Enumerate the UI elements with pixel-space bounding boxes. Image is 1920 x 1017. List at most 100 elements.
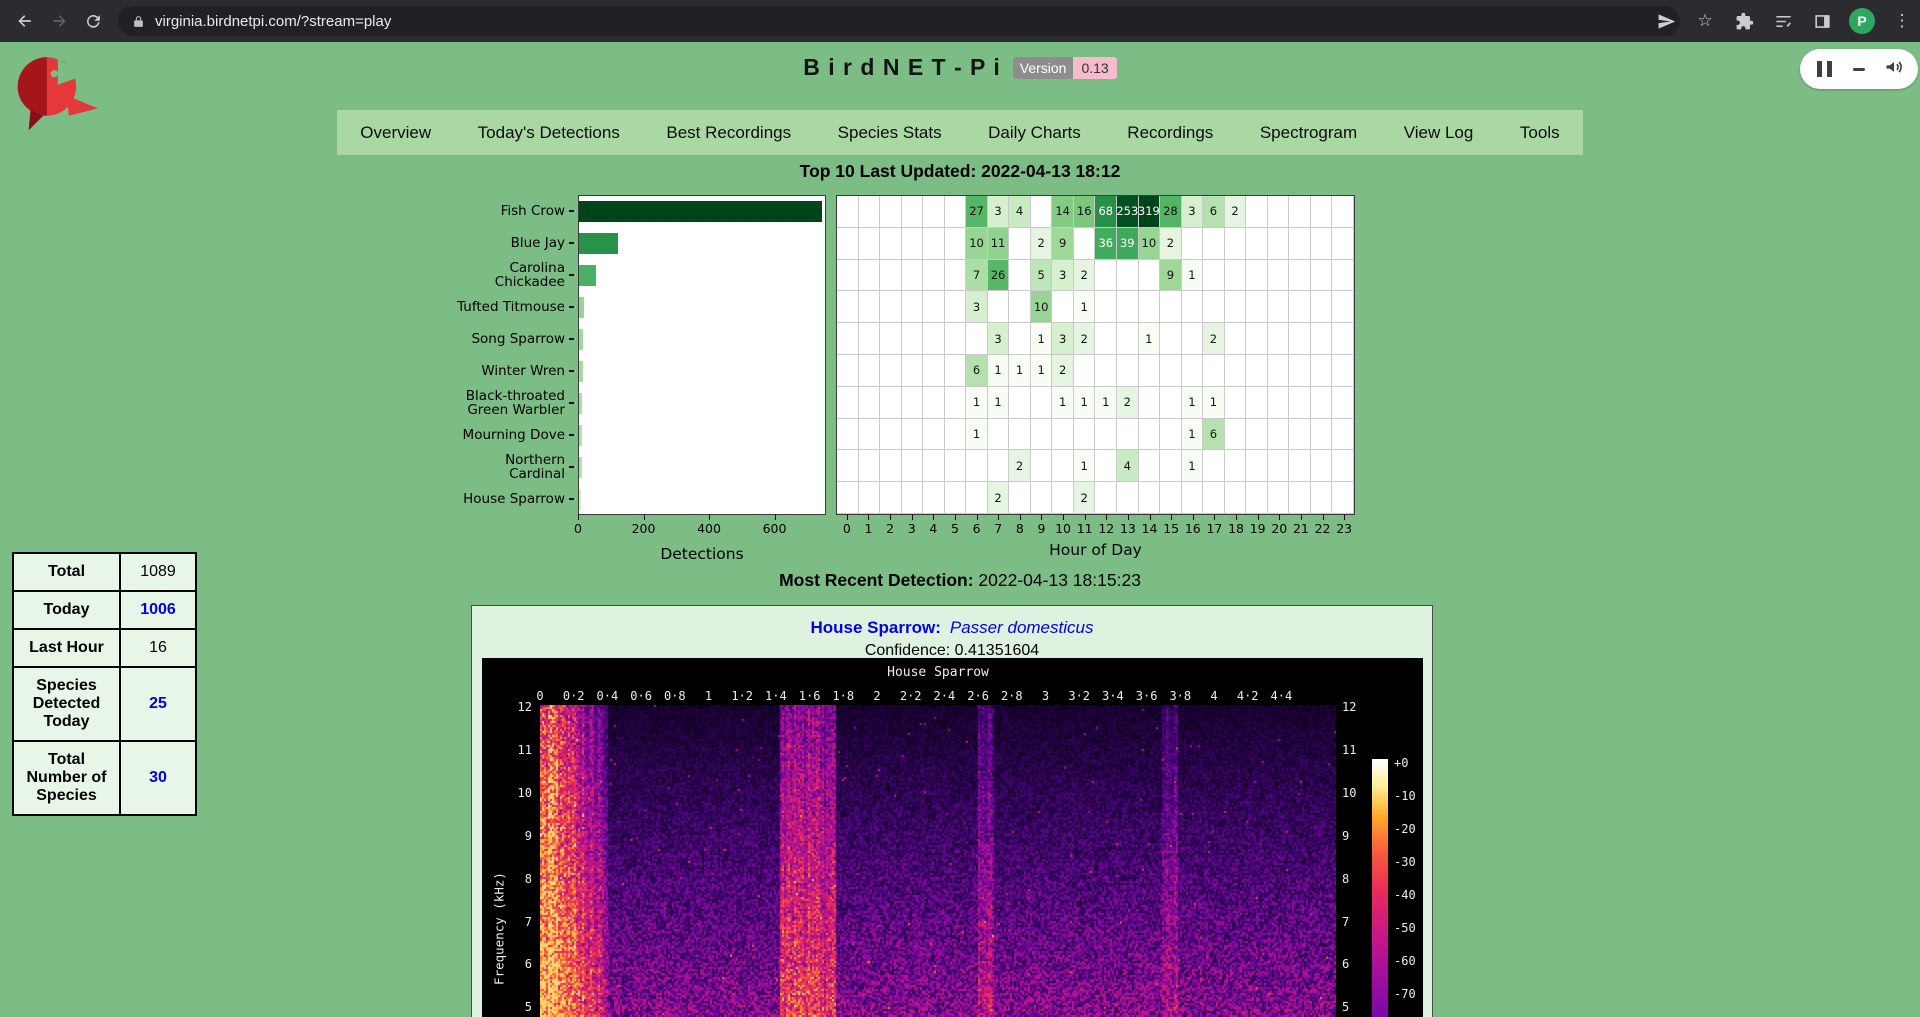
axis-tick-label: 17 [1202, 521, 1226, 536]
reading-list-button[interactable] [1771, 9, 1795, 33]
spec-freq-tick: 10 [506, 786, 532, 800]
heatmap-cell [945, 387, 967, 419]
nav-item-spectrogram[interactable]: Spectrogram [1260, 123, 1357, 143]
axis-tick-label: 13 [1116, 521, 1140, 536]
axis-tick-label: 19 [1246, 521, 1270, 536]
axis-tick [569, 242, 574, 244]
species-label: NorthernCardinal [420, 451, 574, 483]
heatmap-cell: 2 [1031, 228, 1053, 260]
stat-value-link[interactable]: 1006 [120, 591, 196, 629]
heatmap-cell [880, 450, 902, 482]
heatmap-cell [1268, 419, 1290, 451]
species-label: Blue Jay [420, 227, 574, 259]
heatmap-cell [1225, 355, 1247, 387]
heatmap-cell [1289, 260, 1311, 292]
detections-chart: Fish CrowBlue JayCarolinaChickadeeTufted… [420, 195, 1360, 607]
page-title: B i r d N E T - P i [803, 54, 1001, 81]
heatmap-cell [1117, 291, 1139, 323]
heatmap-cell [945, 196, 967, 228]
scientific-name-link[interactable]: Passer domesticus [950, 618, 1094, 637]
address-bar[interactable]: virginia.birdnetpi.com/?stream=play [118, 6, 1680, 36]
heatmap-cell [1074, 228, 1096, 260]
heatmap-cell [1332, 323, 1354, 355]
heatmap-cell: 11 [988, 228, 1010, 260]
heatmap-cell [1160, 355, 1182, 387]
axis-tick-label: 11 [1073, 521, 1097, 536]
browser-menu-button[interactable]: ⋮ [1890, 9, 1914, 33]
heatmap-cell [1225, 387, 1247, 419]
nav-item-today-s-detections[interactable]: Today's Detections [478, 123, 620, 143]
nav-item-recordings[interactable]: Recordings [1127, 123, 1213, 143]
heatmap-cell: 9 [1160, 260, 1182, 292]
heatmap-cell [880, 323, 902, 355]
heatmap-cell [1009, 419, 1031, 451]
heatmap-cell [988, 291, 1010, 323]
stat-label: Last Hour [13, 629, 120, 667]
spec-db-tick: -50 [1394, 921, 1416, 935]
nav-item-best-recordings[interactable]: Best Recordings [666, 123, 791, 143]
heatmap-cell [923, 387, 945, 419]
heatmap-cell: 3 [1052, 260, 1074, 292]
nav-item-view-log[interactable]: View Log [1404, 123, 1474, 143]
heatmap-cell: 36 [1095, 228, 1117, 260]
heatmap-cell: 5 [1031, 260, 1053, 292]
extensions-button[interactable] [1732, 9, 1756, 33]
heatmap-cell [923, 260, 945, 292]
send-to-device-button[interactable] [1654, 9, 1678, 33]
axis-tick [569, 434, 574, 436]
heatmap-cell [1139, 387, 1161, 419]
stat-value-link[interactable]: 30 [120, 741, 196, 815]
heatmap-cell [1311, 260, 1333, 292]
axis-tick [890, 515, 891, 520]
nav-item-overview[interactable]: Overview [360, 123, 431, 143]
heatmap-cell [1268, 196, 1290, 228]
frequency-axis-label: Frequency (kHz) [492, 819, 507, 1017]
heatmap-cell [1074, 419, 1096, 451]
heatmap-cell [1095, 260, 1117, 292]
heatmap-cell [1268, 482, 1290, 514]
version-label: Version [1013, 57, 1074, 79]
axis-tick-label: 200 [624, 521, 664, 536]
profile-avatar[interactable]: P [1849, 8, 1875, 34]
heatmap-cell [1225, 323, 1247, 355]
heatmap-cell [1332, 291, 1354, 323]
heatmap-cell [1289, 323, 1311, 355]
volume-button[interactable] [1884, 57, 1904, 82]
reload-button[interactable] [76, 4, 110, 38]
heatmap-cell [945, 291, 967, 323]
heatmap-cell: 2 [1160, 228, 1182, 260]
nav-item-species-stats[interactable]: Species Stats [838, 123, 942, 143]
heatmap-cell [859, 482, 881, 514]
heatmap-cell: 1 [966, 387, 988, 419]
heatmap-cell: 1 [1074, 387, 1096, 419]
header: B i r d N E T - P i Version0.13 [0, 54, 1920, 81]
spec-freq-tick: 9 [1342, 829, 1368, 843]
heatmap-cell [1117, 260, 1139, 292]
heatmap-cell: 7 [966, 260, 988, 292]
axis-tick-label: 18 [1224, 521, 1248, 536]
seek-bar[interactable] [1853, 68, 1865, 71]
spec-time-tick: 0·8 [657, 689, 693, 703]
nav-item-daily-charts[interactable]: Daily Charts [988, 123, 1081, 143]
bookmark-button[interactable]: ☆ [1693, 9, 1717, 33]
detections-axis-label: Detections [578, 545, 826, 563]
nav-item-tools[interactable]: Tools [1520, 123, 1560, 143]
forward-button[interactable] [42, 4, 76, 38]
pause-button[interactable] [1814, 61, 1834, 77]
side-panel-button[interactable] [1810, 9, 1834, 33]
spec-freq-tick: 5 [506, 1000, 532, 1014]
extensions-puzzle-icon [1735, 12, 1754, 31]
heatmap-cell [1182, 482, 1204, 514]
species-link[interactable]: House Sparrow: [811, 618, 941, 637]
audio-player[interactable] [1800, 49, 1918, 89]
back-button[interactable] [8, 4, 42, 38]
heatmap-cell [1139, 482, 1161, 514]
bar [579, 425, 582, 446]
heatmap-cell [1203, 482, 1225, 514]
stat-value-link[interactable]: 25 [120, 667, 196, 741]
heatmap-cell: 1 [1031, 355, 1053, 387]
axis-tick [1301, 515, 1302, 520]
heatmap-cell: 10 [1031, 291, 1053, 323]
axis-tick [1193, 515, 1194, 520]
detections-bar-plot [578, 195, 826, 515]
